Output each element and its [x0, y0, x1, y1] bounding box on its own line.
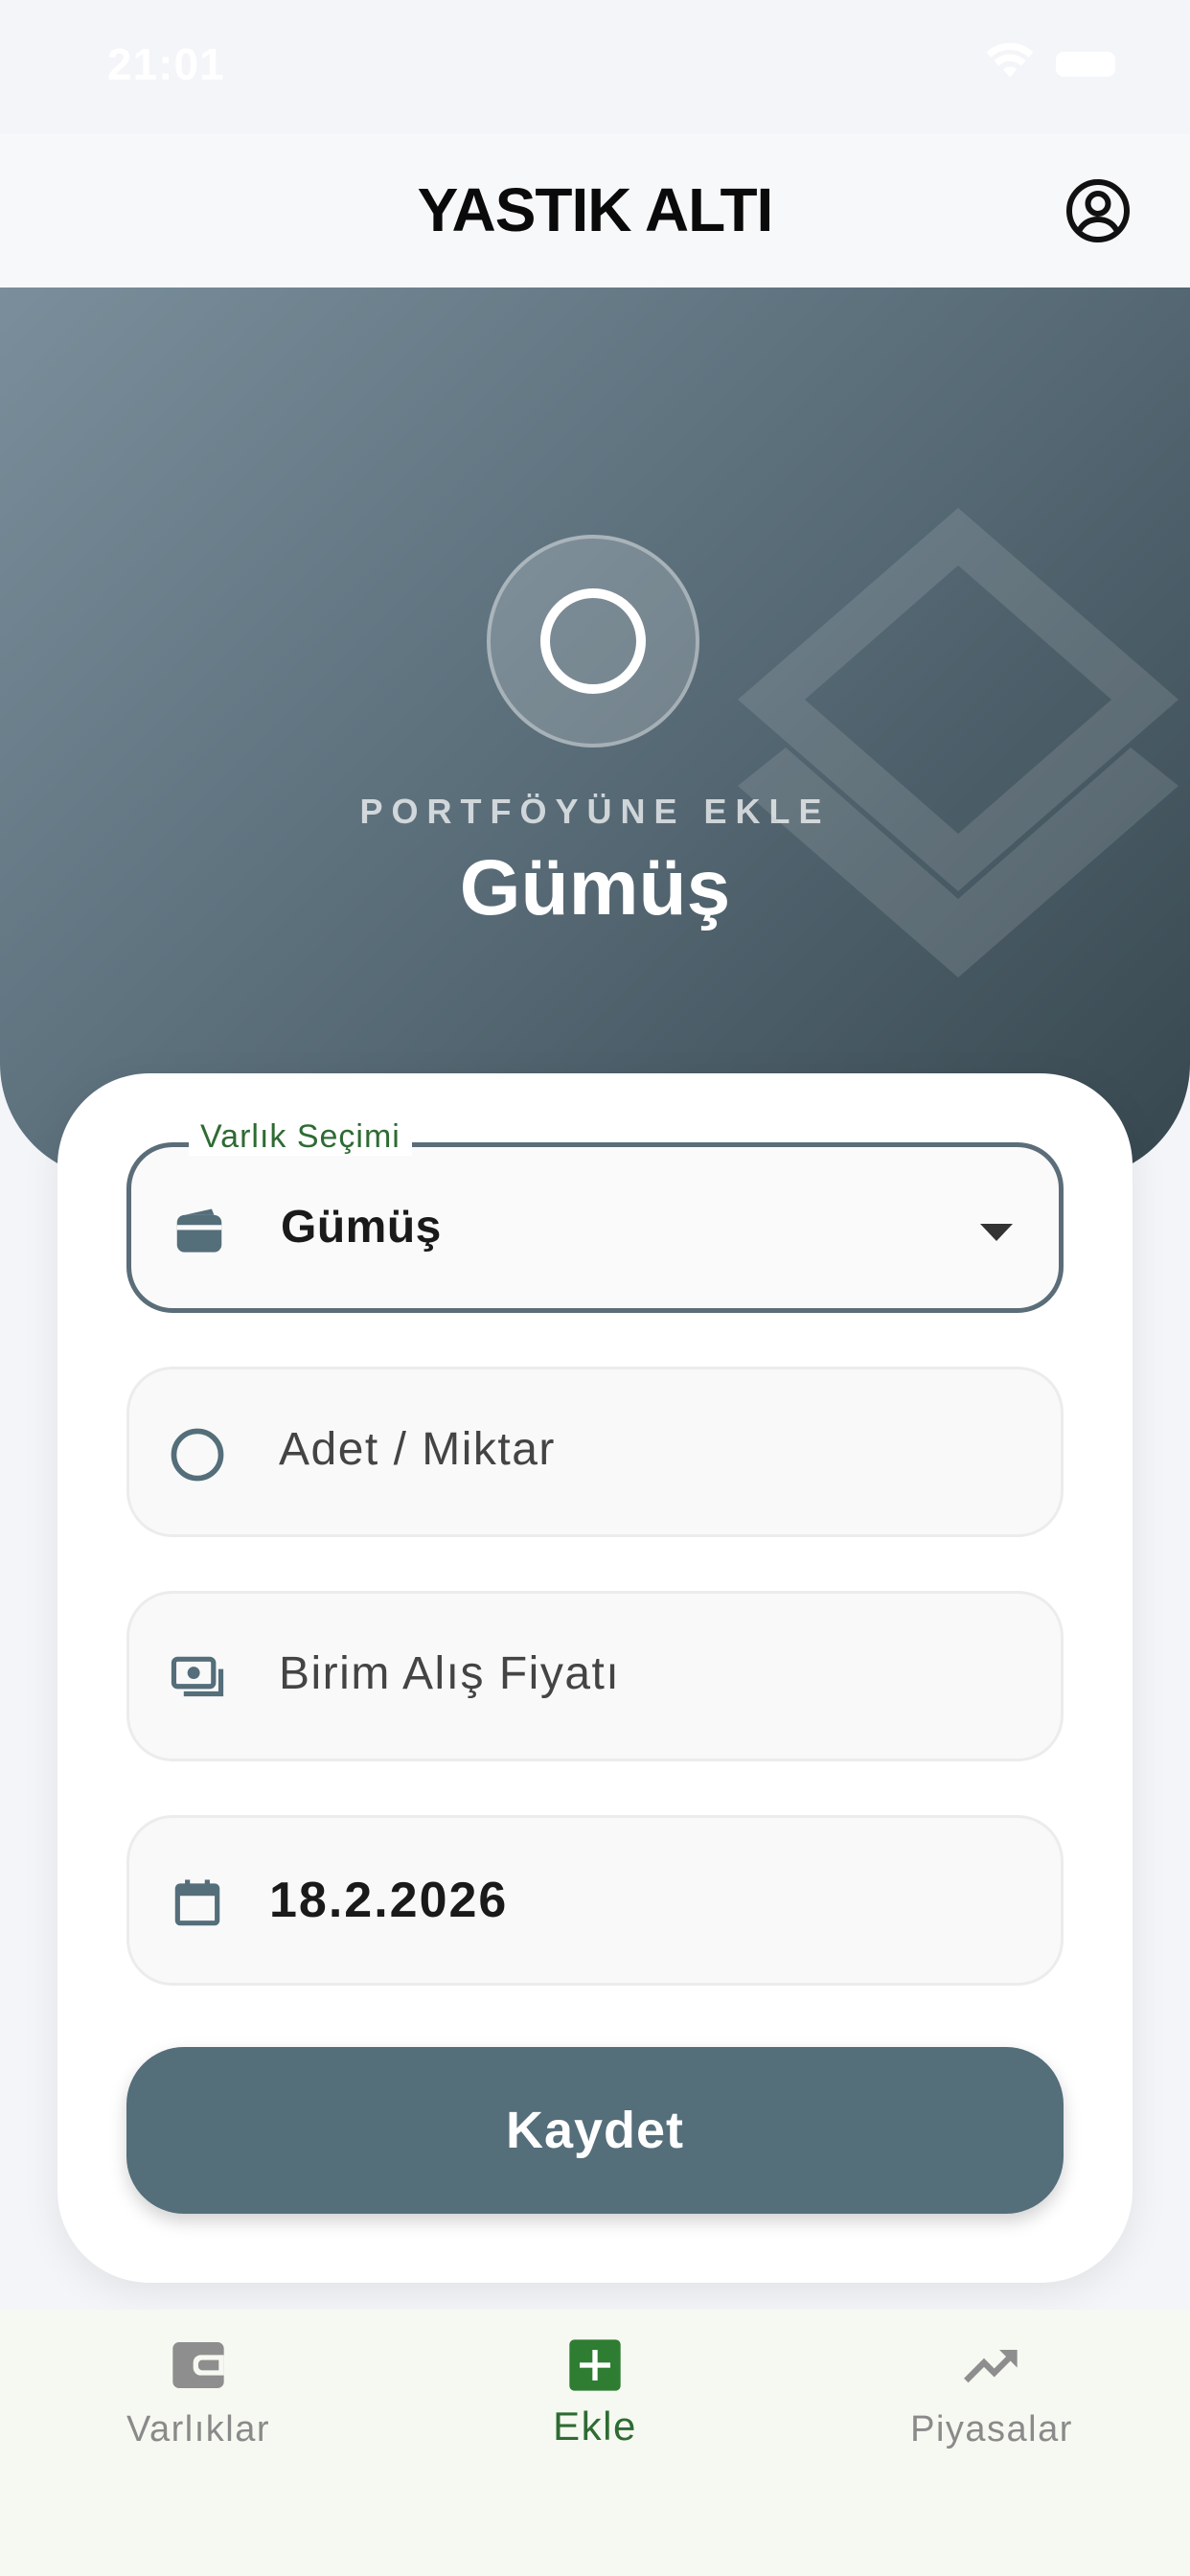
app-title: YASTIK ALTI	[417, 175, 774, 244]
trending-up-icon	[964, 2350, 1018, 2383]
status-bar: 21:01	[0, 0, 1190, 134]
nav-label-piyasalar: Piyasalar	[910, 2409, 1073, 2450]
calendar-icon	[174, 1879, 220, 1926]
asset-select-dropdown[interactable]: Varlık Seçimi Gümüş	[126, 1118, 1064, 1313]
quantity-placeholder: Adet / Miktar	[279, 1424, 556, 1475]
unit-price-placeholder: Birim Alış Fiyatı	[279, 1648, 621, 1699]
date-picker-field[interactable]: 18.2.2026	[126, 1815, 1064, 1986]
nav-item-ekle[interactable]: Ekle	[397, 2310, 793, 2501]
asset-select-value: Gümüş	[281, 1202, 442, 1253]
nav-item-piyasalar[interactable]: Piyasalar	[793, 2310, 1190, 2501]
app-bar: YASTIK ALTI	[0, 134, 1190, 288]
dropdown-arrow-icon	[980, 1224, 1013, 1241]
status-time: 21:01	[107, 39, 225, 89]
quantity-input[interactable]: Adet / Miktar	[126, 1367, 1064, 1537]
hero-kicker: PORTFÖYÜNE EKLE	[359, 792, 831, 831]
save-button[interactable]: Kaydet	[126, 2047, 1064, 2214]
wifi-icon	[986, 42, 1034, 78]
nav-label-varliklar: Varlıklar	[126, 2409, 271, 2450]
wallet-icon	[176, 1208, 222, 1253]
hero-asset-name: Gümüş	[459, 844, 731, 932]
bottom-navigation: Varlıklar Ekle Piyasalar	[0, 2310, 1190, 2576]
circle-outline-icon	[540, 588, 646, 694]
money-icon	[171, 1656, 224, 1697]
wallet-icon	[172, 2342, 224, 2388]
hero-banner: PORTFÖYÜNE EKLE Gümüş	[0, 288, 1190, 1179]
account-circle-icon[interactable]	[1064, 176, 1133, 245]
battery-icon	[1056, 52, 1115, 77]
add-box-icon	[569, 2339, 621, 2391]
circle-outline-icon	[171, 1428, 224, 1482]
asset-select-label: Varlık Seçimi	[189, 1118, 412, 1156]
nav-item-varliklar[interactable]: Varlıklar	[0, 2310, 397, 2501]
date-value: 18.2.2026	[269, 1873, 509, 1928]
unit-price-input[interactable]: Birim Alış Fiyatı	[126, 1591, 1064, 1761]
nav-label-ekle: Ekle	[553, 2404, 637, 2449]
